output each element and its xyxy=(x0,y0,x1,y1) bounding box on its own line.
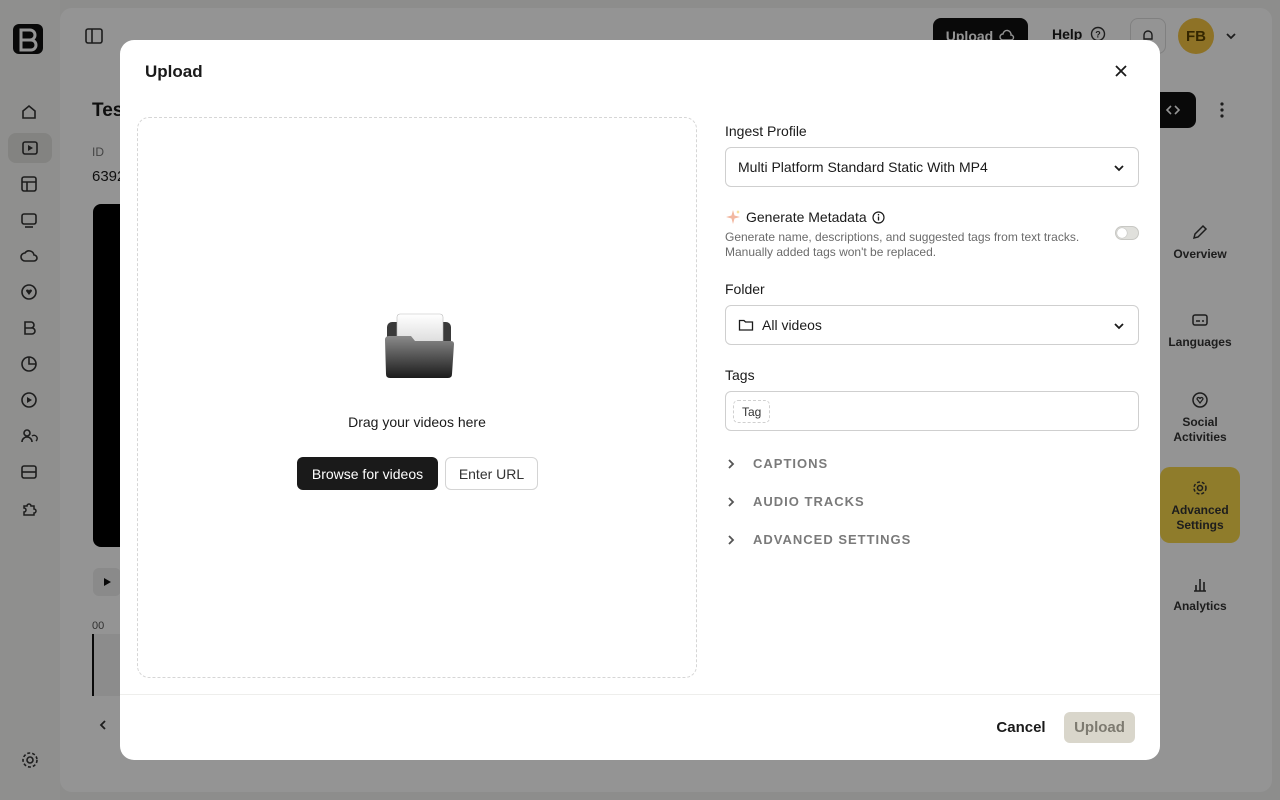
generate-metadata-description-line1: Generate name, descriptions, and suggest… xyxy=(725,230,1080,244)
ingest-profile-select[interactable]: Multi Platform Standard Static With MP4 xyxy=(725,147,1139,187)
video-dropzone[interactable]: Drag your videos here Browse for videos … xyxy=(137,117,697,678)
dropzone-text: Drag your videos here xyxy=(348,414,486,430)
chevron-right-icon xyxy=(728,496,735,507)
generate-metadata-title: Generate Metadata xyxy=(725,209,885,225)
generate-metadata-toggle[interactable] xyxy=(1115,226,1139,240)
toggle-knob xyxy=(1117,228,1127,238)
folder-icon xyxy=(738,319,754,331)
upload-modal: Upload Drag your videos here Browse for … xyxy=(120,40,1160,760)
folder-value: All videos xyxy=(762,317,822,333)
upload-button[interactable]: Upload xyxy=(1064,712,1135,743)
folder-label: Folder xyxy=(725,281,765,297)
generate-metadata-description-line2: Manually added tags won't be replaced. xyxy=(725,245,937,259)
chevron-right-icon xyxy=(728,534,735,545)
audio-tracks-section-label: AUDIO TRACKS xyxy=(753,494,865,509)
chevron-down-icon xyxy=(1114,323,1124,330)
close-icon xyxy=(1115,65,1127,77)
sparkle-icon xyxy=(726,210,740,224)
info-icon[interactable] xyxy=(872,210,885,224)
chevron-down-icon xyxy=(1114,165,1124,172)
folder-select[interactable]: All videos xyxy=(725,305,1139,345)
generate-metadata-description: Generate name, descriptions, and suggest… xyxy=(725,230,1095,260)
close-button[interactable] xyxy=(1110,60,1132,82)
advanced-settings-section-label: ADVANCED SETTINGS xyxy=(753,532,912,547)
tag-input-chip[interactable]: Tag xyxy=(733,400,771,423)
chevron-right-icon xyxy=(728,458,735,469)
tags-label: Tags xyxy=(725,367,755,383)
enter-url-button[interactable]: Enter URL xyxy=(445,457,538,490)
ingest-profile-label: Ingest Profile xyxy=(725,123,807,139)
captions-section-label: CAPTIONS xyxy=(753,456,829,471)
cancel-button[interactable]: Cancel xyxy=(986,712,1056,742)
tags-input[interactable]: Tag xyxy=(725,391,1139,431)
captions-section-toggle[interactable]: CAPTIONS xyxy=(725,456,828,471)
audio-tracks-section-toggle[interactable]: AUDIO TRACKS xyxy=(725,494,865,509)
ingest-profile-value: Multi Platform Standard Static With MP4 xyxy=(738,159,988,175)
modal-title: Upload xyxy=(145,62,203,81)
folder-illustration-icon xyxy=(385,313,454,378)
browse-videos-button[interactable]: Browse for videos xyxy=(297,457,438,490)
advanced-settings-section-toggle[interactable]: ADVANCED SETTINGS xyxy=(725,532,911,547)
generate-metadata-label: Generate Metadata xyxy=(746,209,867,225)
